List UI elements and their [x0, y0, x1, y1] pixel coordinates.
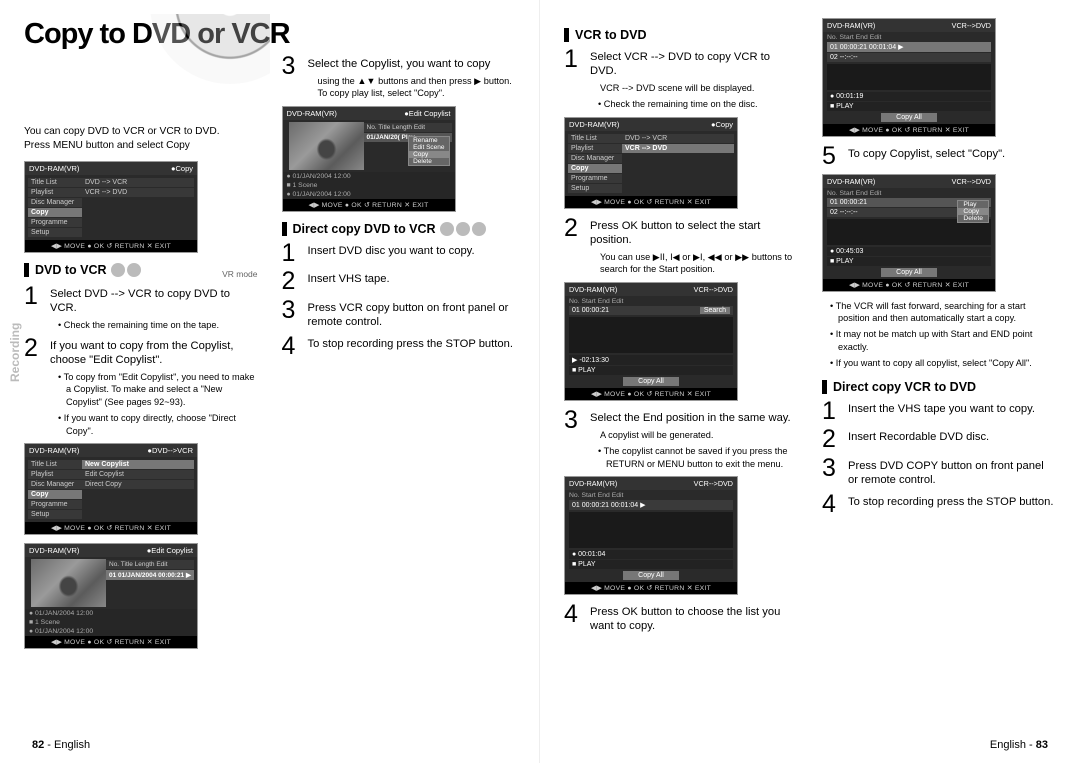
step-3: 3 Select the Copylist, you want to copy …: [282, 55, 516, 100]
screenshot-vcr-start-pos: DVD-RAM(VR)VCR-->DVD No. Start End Edit …: [564, 282, 738, 401]
page-83: Recording VCR to DVD 1 Select VCR --> DV…: [540, 0, 1080, 763]
heading-direct-dvd-vcr: Direct copy DVD to VCR: [282, 222, 516, 236]
screenshot-choose-list: DVD-RAM(VR)VCR-->DVD No. Start End Edit …: [822, 18, 996, 137]
intro-line2: Press MENU button and select Copy: [24, 140, 190, 151]
screenshot-edit-copylist: DVD-RAM(VR)●Edit Copylist No. Title Leng…: [24, 543, 198, 649]
intro-line1: You can copy DVD to VCR or VCR to DVD.: [24, 126, 220, 137]
page-number-right: English - 83: [990, 739, 1048, 751]
manual-spread: Copy to DVD or VCR Recording You can cop…: [0, 0, 1080, 763]
heading-vcr-to-dvd: VCR to DVD: [564, 28, 798, 42]
screenshot-vcr-copy-menu: DVD-RAM(VR)●Copy Title List Playlist Dis…: [564, 117, 738, 209]
step-2: 2 If you want to copy from the Copylist,…: [24, 337, 258, 437]
step-1: 1 Select DVD --> VCR to copy DVD to VCR.…: [24, 285, 258, 331]
screenshot-edit-copylist-popup: DVD-RAM(VR)●Edit Copylist No. Title Leng…: [282, 106, 456, 212]
screenshot-vcr-end-pos: DVD-RAM(VR)VCR-->DVD No. Start End Edit …: [564, 476, 738, 595]
disc-art: [150, 14, 270, 86]
bar-icon: [24, 263, 29, 277]
note: It may not be match up with Start and EN…: [822, 328, 1056, 353]
intro-text: You can copy DVD to VCR or VCR to DVD. P…: [24, 125, 258, 153]
mode-icons: [440, 222, 486, 236]
note: The VCR will fast forward, searching for…: [822, 300, 1056, 325]
screenshot-copy-popup: DVD-RAM(VR)VCR-->DVD No. Start End Edit …: [822, 174, 996, 292]
page-82: Copy to DVD or VCR Recording You can cop…: [0, 0, 540, 763]
screenshot-dvd-vcr-menu: DVD-RAM(VR)●DVD-->VCR Title List Playlis…: [24, 443, 198, 535]
mode-icons: [111, 263, 141, 277]
bar-icon: [282, 222, 287, 236]
page-number-left: 82 - English: [32, 739, 90, 751]
bar-icon: [822, 380, 827, 394]
bar-icon: [564, 28, 569, 42]
side-tab-left: Recording: [8, 322, 22, 381]
note: If you want to copy all copylist, select…: [822, 357, 1056, 369]
screenshot-copy-menu: DVD-RAM(VR)●Copy Title List Playlist Dis…: [24, 161, 198, 253]
heading-direct-vcr-dvd: Direct copy VCR to DVD: [822, 380, 1056, 394]
